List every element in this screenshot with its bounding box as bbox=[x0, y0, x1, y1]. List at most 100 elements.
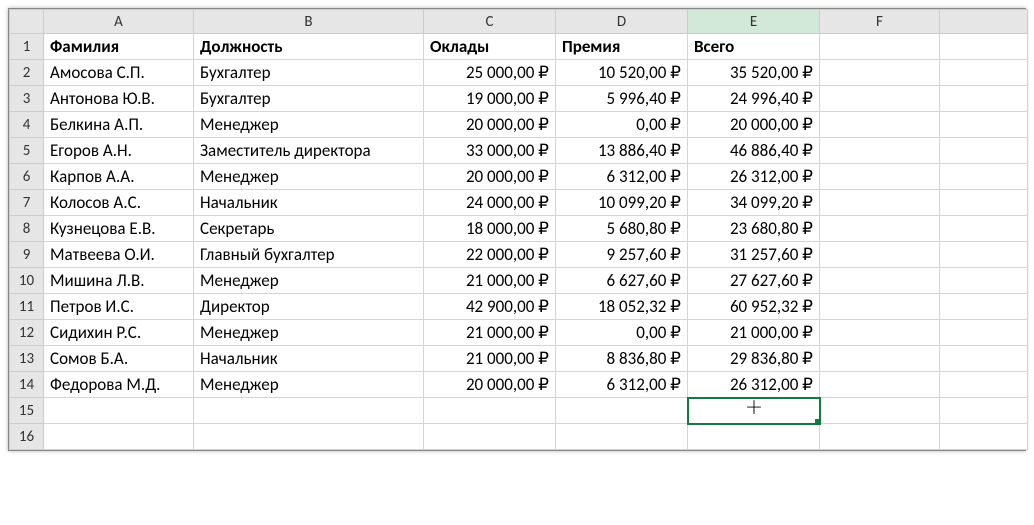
cell-blank13[interactable] bbox=[940, 346, 1028, 372]
cell-E6[interactable]: 26 312,00 ₽ bbox=[688, 164, 820, 190]
column-header-D[interactable]: D bbox=[556, 10, 688, 34]
cell-A6[interactable]: Карпов А.А. bbox=[44, 164, 194, 190]
cell-D12[interactable]: 0,00 ₽ bbox=[556, 320, 688, 346]
cell-D13[interactable]: 8 836,80 ₽ bbox=[556, 346, 688, 372]
cell-C13[interactable]: 21 000,00 ₽ bbox=[424, 346, 556, 372]
cell-B2[interactable]: Бухгалтер bbox=[194, 60, 424, 86]
cell-A9[interactable]: Матвеева О.И. bbox=[44, 242, 194, 268]
cell-F14[interactable] bbox=[820, 372, 940, 398]
cell-blank16[interactable] bbox=[940, 424, 1028, 450]
cell-F7[interactable] bbox=[820, 190, 940, 216]
cell-F6[interactable] bbox=[820, 164, 940, 190]
cell-D15[interactable] bbox=[556, 398, 688, 424]
row-header-16[interactable]: 16 bbox=[10, 424, 44, 450]
cell-F9[interactable] bbox=[820, 242, 940, 268]
cell-E3[interactable]: 24 996,40 ₽ bbox=[688, 86, 820, 112]
row-header-10[interactable]: 10 bbox=[10, 268, 44, 294]
cell-D16[interactable] bbox=[556, 424, 688, 450]
row-header-2[interactable]: 2 bbox=[10, 60, 44, 86]
cell-F3[interactable] bbox=[820, 86, 940, 112]
cell-blank5[interactable] bbox=[940, 138, 1028, 164]
cell-E12[interactable]: 21 000,00 ₽ bbox=[688, 320, 820, 346]
cell-E4[interactable]: 20 000,00 ₽ bbox=[688, 112, 820, 138]
cell-B12[interactable]: Менеджер bbox=[194, 320, 424, 346]
cell-F10[interactable] bbox=[820, 268, 940, 294]
cell-F5[interactable] bbox=[820, 138, 940, 164]
cell-blank11[interactable] bbox=[940, 294, 1028, 320]
row-header-1[interactable]: 1 bbox=[10, 34, 44, 60]
cell-E9[interactable]: 31 257,60 ₽ bbox=[688, 242, 820, 268]
cell-C12[interactable]: 21 000,00 ₽ bbox=[424, 320, 556, 346]
cell-blank4[interactable] bbox=[940, 112, 1028, 138]
cell-D5[interactable]: 13 886,40 ₽ bbox=[556, 138, 688, 164]
column-header-C[interactable]: C bbox=[424, 10, 556, 34]
row-header-3[interactable]: 3 bbox=[10, 86, 44, 112]
row-header-14[interactable]: 14 bbox=[10, 372, 44, 398]
cell-C14[interactable]: 20 000,00 ₽ bbox=[424, 372, 556, 398]
cell-B13[interactable]: Начальник bbox=[194, 346, 424, 372]
row-header-8[interactable]: 8 bbox=[10, 216, 44, 242]
cell-B6[interactable]: Менеджер bbox=[194, 164, 424, 190]
cell-E14[interactable]: 26 312,00 ₽ bbox=[688, 372, 820, 398]
cell-blank2[interactable] bbox=[940, 60, 1028, 86]
cell-A13[interactable]: Сомов Б.А. bbox=[44, 346, 194, 372]
cell-D7[interactable]: 10 099,20 ₽ bbox=[556, 190, 688, 216]
cell-B16[interactable] bbox=[194, 424, 424, 450]
row-header-9[interactable]: 9 bbox=[10, 242, 44, 268]
cell-E10[interactable]: 27 627,60 ₽ bbox=[688, 268, 820, 294]
cell-D14[interactable]: 6 312,00 ₽ bbox=[556, 372, 688, 398]
column-header-F[interactable]: F bbox=[820, 10, 940, 34]
row-header-5[interactable]: 5 bbox=[10, 138, 44, 164]
cell-C1[interactable]: Оклады bbox=[424, 34, 556, 60]
cell-blank9[interactable] bbox=[940, 242, 1028, 268]
cell-A14[interactable]: Федорова М.Д. bbox=[44, 372, 194, 398]
row-header-7[interactable]: 7 bbox=[10, 190, 44, 216]
row-header-12[interactable]: 12 bbox=[10, 320, 44, 346]
cell-E11[interactable]: 60 952,32 ₽ bbox=[688, 294, 820, 320]
cell-A2[interactable]: Амосова С.П. bbox=[44, 60, 194, 86]
cell-B3[interactable]: Бухгалтер bbox=[194, 86, 424, 112]
cell-F16[interactable] bbox=[820, 424, 940, 450]
cell-E5[interactable]: 46 886,40 ₽ bbox=[688, 138, 820, 164]
cell-blank7[interactable] bbox=[940, 190, 1028, 216]
cell-C3[interactable]: 19 000,00 ₽ bbox=[424, 86, 556, 112]
row-header-11[interactable]: 11 bbox=[10, 294, 44, 320]
cell-E15[interactable] bbox=[688, 398, 820, 424]
cell-E13[interactable]: 29 836,80 ₽ bbox=[688, 346, 820, 372]
cell-blank10[interactable] bbox=[940, 268, 1028, 294]
cell-C7[interactable]: 24 000,00 ₽ bbox=[424, 190, 556, 216]
cell-C10[interactable]: 21 000,00 ₽ bbox=[424, 268, 556, 294]
cell-F15[interactable] bbox=[820, 398, 940, 424]
cell-C5[interactable]: 33 000,00 ₽ bbox=[424, 138, 556, 164]
cell-E16[interactable] bbox=[688, 424, 820, 450]
cell-E8[interactable]: 23 680,80 ₽ bbox=[688, 216, 820, 242]
spreadsheet-grid[interactable]: ABCDEF1ФамилияДолжностьОкладыПремияВсего… bbox=[8, 8, 1026, 451]
cell-F11[interactable] bbox=[820, 294, 940, 320]
cell-blank1[interactable] bbox=[940, 34, 1028, 60]
cell-F13[interactable] bbox=[820, 346, 940, 372]
cell-A7[interactable]: Колосов А.С. bbox=[44, 190, 194, 216]
cell-blank8[interactable] bbox=[940, 216, 1028, 242]
cell-blank15[interactable] bbox=[940, 398, 1028, 424]
cell-D10[interactable]: 6 627,60 ₽ bbox=[556, 268, 688, 294]
cell-blank6[interactable] bbox=[940, 164, 1028, 190]
cell-C16[interactable] bbox=[424, 424, 556, 450]
cell-B15[interactable] bbox=[194, 398, 424, 424]
row-header-6[interactable]: 6 bbox=[10, 164, 44, 190]
cell-F1[interactable] bbox=[820, 34, 940, 60]
cell-D6[interactable]: 6 312,00 ₽ bbox=[556, 164, 688, 190]
cell-E7[interactable]: 34 099,20 ₽ bbox=[688, 190, 820, 216]
cell-D8[interactable]: 5 680,80 ₽ bbox=[556, 216, 688, 242]
cell-D4[interactable]: 0,00 ₽ bbox=[556, 112, 688, 138]
cell-D9[interactable]: 9 257,60 ₽ bbox=[556, 242, 688, 268]
cell-B7[interactable]: Начальник bbox=[194, 190, 424, 216]
cell-blank3[interactable] bbox=[940, 86, 1028, 112]
row-header-4[interactable]: 4 bbox=[10, 112, 44, 138]
cell-B1[interactable]: Должность bbox=[194, 34, 424, 60]
row-header-13[interactable]: 13 bbox=[10, 346, 44, 372]
cell-C6[interactable]: 20 000,00 ₽ bbox=[424, 164, 556, 190]
cell-D1[interactable]: Премия bbox=[556, 34, 688, 60]
cell-C2[interactable]: 25 000,00 ₽ bbox=[424, 60, 556, 86]
column-header-blank[interactable] bbox=[940, 10, 1028, 34]
cell-B10[interactable]: Менеджер bbox=[194, 268, 424, 294]
